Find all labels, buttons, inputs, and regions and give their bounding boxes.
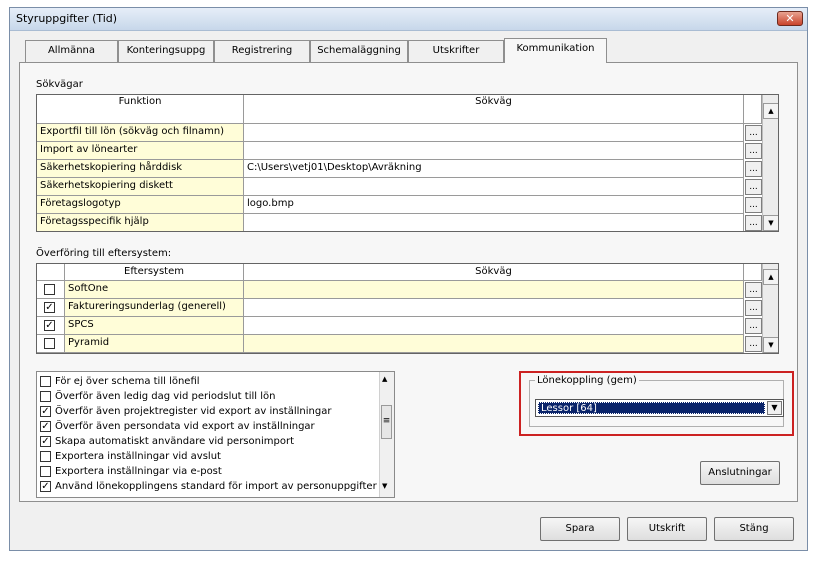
window-title: Styruppgifter (Tid) — [16, 12, 118, 25]
chevron-down-icon[interactable]: ▼ — [767, 401, 782, 415]
option-label: Exportera inställningar via e-post — [55, 466, 222, 477]
paths-function-cell: Import av lönearter — [37, 142, 244, 160]
option-label: Exportera inställningar vid avslut — [55, 451, 221, 462]
paths-path-cell[interactable] — [244, 178, 744, 196]
browse-button[interactable]: ... — [745, 318, 762, 334]
options-scrollbar[interactable]: ▲ ≡ ▼ — [379, 372, 394, 497]
paths-function-cell: Exportfil till lön (sökväg och filnamn) — [37, 124, 244, 142]
scroll-up-arrow-icon[interactable]: ▲ — [763, 103, 778, 119]
option-checkbox[interactable]: ✓ — [40, 406, 51, 417]
save-button[interactable]: Spara — [540, 517, 620, 541]
option-label: Överför även projektregister vid export … — [55, 406, 332, 417]
browse-button[interactable]: ... — [745, 179, 762, 195]
col-header-path: Sökväg — [244, 264, 744, 281]
scroll-up-arrow-icon[interactable]: ▲ — [763, 269, 778, 285]
close-button[interactable]: Stäng — [714, 517, 794, 541]
transfer-path-cell[interactable] — [244, 299, 744, 317]
options-listbox: För ej över schema till lönefil Överför … — [36, 371, 395, 498]
transfer-system-cell: SPCS — [65, 317, 244, 335]
header-spacer — [744, 95, 762, 124]
option-label: Överför även persondata vid export av in… — [55, 421, 315, 432]
col-header-function: Funktion — [37, 95, 244, 124]
option-label: Överför även ledig dag vid periodslut ti… — [55, 391, 276, 402]
payroll-link-legend: Lönekoppling (gem) — [535, 375, 639, 386]
option-checkbox[interactable]: ✓ — [40, 436, 51, 447]
tab-utskrifter[interactable]: Utskrifter — [408, 40, 504, 62]
option-checkbox[interactable] — [40, 376, 51, 387]
browse-button[interactable]: ... — [745, 215, 762, 231]
row-checkbox-cell: ✓ — [37, 317, 65, 335]
scroll-down-arrow-icon[interactable]: ▼ — [763, 337, 778, 353]
col-header-path: Sökväg — [244, 95, 744, 124]
option-checkbox[interactable] — [40, 451, 51, 462]
option-label: Skapa automatiskt användare vid personim… — [55, 436, 294, 447]
paths-path-cell[interactable] — [244, 214, 744, 231]
transfer-system-cell: Faktureringsunderlag (generell) — [65, 299, 244, 317]
spcs-checkbox[interactable]: ✓ — [44, 320, 55, 331]
close-window-button[interactable]: ✕ — [777, 11, 803, 26]
dialog-window: Styruppgifter (Tid) ✕ Allmänna Kontering… — [9, 7, 808, 551]
transfer-section-label: Överföring till eftersystem: — [36, 248, 172, 259]
paths-path-cell[interactable] — [244, 142, 744, 160]
payroll-link-select[interactable]: Lessor [64] ▼ — [535, 399, 784, 417]
transfer-scrollbar[interactable]: ▲ ▼ — [762, 264, 778, 353]
transfer-path-cell[interactable] — [244, 317, 744, 335]
option-checkbox[interactable] — [40, 391, 51, 402]
row-checkbox-cell — [37, 281, 65, 299]
transfer-system-cell: Pyramid — [65, 335, 244, 353]
header-spacer — [744, 264, 762, 281]
softone-checkbox[interactable] — [44, 284, 55, 295]
row-checkbox-cell — [37, 335, 65, 353]
option-label: För ej över schema till lönefil — [55, 376, 200, 387]
title-bar: Styruppgifter (Tid) ✕ — [10, 8, 807, 31]
transfer-path-cell[interactable] — [244, 335, 744, 353]
tab-schemalaggning[interactable]: Schemaläggning — [310, 40, 408, 62]
browse-button[interactable]: ... — [745, 161, 762, 177]
transfer-table: Eftersystem Sökväg SoftOne ... ✓ Fakture… — [36, 263, 779, 354]
browse-button[interactable]: ... — [745, 143, 762, 159]
transfer-system-cell: SoftOne — [65, 281, 244, 299]
paths-section-label: Sökvägar — [36, 79, 83, 90]
pyramid-checkbox[interactable] — [44, 338, 55, 349]
tab-allmanna[interactable]: Allmänna — [25, 40, 118, 62]
paths-function-cell: Säkerhetskopiering hårddisk — [37, 160, 244, 178]
scroll-thumb[interactable]: ≡ — [381, 405, 392, 439]
paths-function-cell: Företagslogotyp — [37, 196, 244, 214]
tab-kommunikation[interactable]: Kommunikation — [504, 38, 607, 63]
option-checkbox[interactable] — [40, 466, 51, 477]
header-spacer — [37, 264, 65, 281]
tab-registrering[interactable]: Registrering — [214, 40, 310, 62]
browse-button[interactable]: ... — [745, 336, 762, 352]
browse-button[interactable]: ... — [745, 300, 762, 316]
col-header-system: Eftersystem — [65, 264, 244, 281]
option-label: Använd lönekopplingens standard för impo… — [55, 481, 377, 492]
print-button[interactable]: Utskrift — [627, 517, 707, 541]
payroll-link-value: Lessor [64] — [538, 402, 765, 414]
paths-scrollbar[interactable]: ▲ ▼ — [762, 95, 778, 231]
grip-icon: ≡ — [382, 416, 391, 426]
paths-table: Funktion Sökväg Exportfil till lön (sökv… — [36, 94, 779, 232]
scroll-down-arrow-icon[interactable]: ▼ — [763, 215, 778, 231]
paths-function-cell: Företagsspecifik hjälp — [37, 214, 244, 231]
connections-button[interactable]: Anslutningar — [700, 461, 780, 485]
option-checkbox[interactable]: ✓ — [40, 481, 51, 492]
scroll-up-arrow-icon[interactable]: ▲ — [382, 375, 387, 383]
paths-path-cell[interactable]: logo.bmp — [244, 196, 744, 214]
payroll-link-highlight: Lönekoppling (gem) Lessor [64] ▼ — [519, 371, 794, 436]
transfer-path-cell[interactable] — [244, 281, 744, 299]
browse-button[interactable]: ... — [745, 197, 762, 213]
paths-path-cell[interactable]: C:\Users\vetj01\Desktop\Avräkning — [244, 160, 744, 178]
option-checkbox[interactable]: ✓ — [40, 421, 51, 432]
browse-button[interactable]: ... — [745, 125, 762, 141]
browse-button[interactable]: ... — [745, 282, 762, 298]
paths-function-cell: Säkerhetskopiering diskett — [37, 178, 244, 196]
scroll-down-arrow-icon[interactable]: ▼ — [382, 482, 387, 490]
paths-path-cell[interactable] — [244, 124, 744, 142]
tab-konteringsuppg[interactable]: Konteringsuppg — [118, 40, 214, 62]
row-checkbox-cell: ✓ — [37, 299, 65, 317]
faktureringsunderlag-checkbox[interactable]: ✓ — [44, 302, 55, 313]
